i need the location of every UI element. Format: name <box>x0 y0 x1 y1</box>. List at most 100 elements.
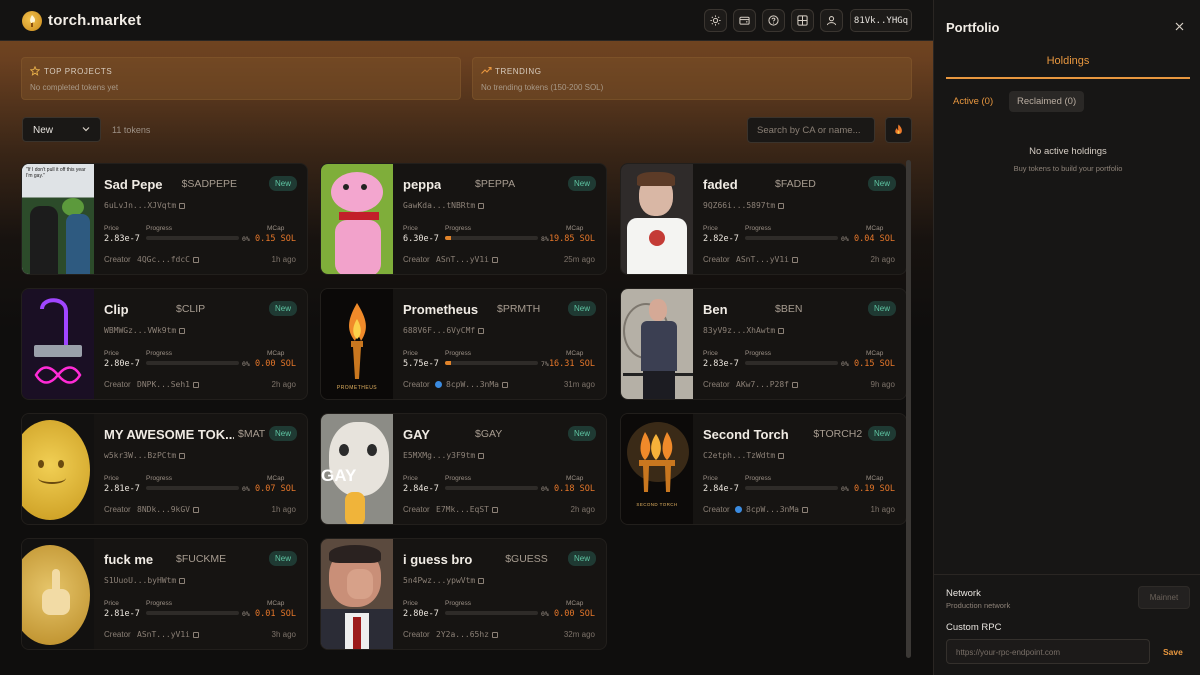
copy-icon[interactable] <box>778 202 785 209</box>
copy-icon[interactable] <box>778 452 785 459</box>
wallet-icon <box>739 16 750 25</box>
user-icon <box>826 16 837 26</box>
creator-address[interactable]: E7Mk...EqST <box>436 505 498 514</box>
new-badge: New <box>268 426 297 441</box>
token-card[interactable]: peppa $PEPPA New GawKda...tNBRtm Price P… <box>320 163 607 275</box>
token-address[interactable]: E5MXMg...y3F9tm <box>403 451 485 460</box>
token-address[interactable]: 9QZ66i...5897tm <box>703 201 785 210</box>
hot-filter-button[interactable] <box>885 117 912 143</box>
token-card[interactable]: Ben $BEN New 83yV9z...XhAwtm Price Progr… <box>620 288 907 400</box>
profile-button[interactable] <box>820 9 843 32</box>
token-card[interactable]: Clip $CLIP New WBMWGz...VWk9tm Price Pro… <box>21 288 308 400</box>
creator-address[interactable]: 4QGc...fdcC <box>137 255 199 264</box>
creator-address[interactable]: ASnT...yV1i <box>736 255 798 264</box>
copy-icon[interactable] <box>192 506 199 513</box>
price-label: Price <box>403 225 418 232</box>
token-address[interactable]: 5n4Pwz...ypwVtm <box>403 576 485 585</box>
filter-active[interactable]: Active (0) <box>946 91 1000 112</box>
search-input[interactable]: Search by CA or name... <box>747 117 875 143</box>
token-card[interactable]: fuck me $FUCKME New S1UuoU...byHWtm Pric… <box>21 538 308 650</box>
tab-holdings[interactable]: Holdings <box>946 55 1190 67</box>
apps-button[interactable] <box>791 9 814 32</box>
creator-text: E7Mk...EqST <box>436 505 489 514</box>
progress-percent: 0% <box>242 360 250 368</box>
token-address[interactable]: w5kr3W...BzPCtm <box>104 451 186 460</box>
copy-icon[interactable] <box>192 631 199 638</box>
copy-icon[interactable] <box>478 202 485 209</box>
creator-address[interactable]: ASnT...yV1i <box>137 630 199 639</box>
token-image: "If I don't pull it off this year I'm ga… <box>22 164 94 274</box>
token-age: 2h ago <box>570 505 595 514</box>
token-card[interactable]: SECOND TORCH Second Torch $TORCH2 New C2… <box>620 413 907 525</box>
token-card[interactable]: i guess bro $GUESS New 5n4Pwz...ypwVtm P… <box>320 538 607 650</box>
portfolio-sidebar: Portfolio Holdings Active (0) Reclaimed … <box>933 0 1200 675</box>
creator-address[interactable]: ASnT...yV1i <box>436 255 498 264</box>
token-price: 2.81e-7 <box>104 484 140 494</box>
copy-icon[interactable] <box>478 577 485 584</box>
top-bar: torch.market 81Vk..YHGq <box>0 0 933 41</box>
copy-icon[interactable] <box>192 256 199 263</box>
token-image <box>621 289 693 399</box>
scrollbar[interactable] <box>906 160 911 658</box>
thumb-caption: GAY <box>321 466 357 485</box>
help-button[interactable] <box>762 9 785 32</box>
torch-logo-icon[interactable] <box>22 11 42 31</box>
copy-icon[interactable] <box>179 327 186 334</box>
creator-address[interactable]: 8cpW...3nMa <box>735 505 808 514</box>
copy-icon[interactable] <box>192 381 199 388</box>
copy-icon[interactable] <box>478 452 485 459</box>
theme-toggle-button[interactable] <box>704 9 727 32</box>
sort-select[interactable]: New <box>22 117 101 142</box>
progress-bar <box>146 361 239 365</box>
creator-address[interactable]: 2Y2a...65hz <box>436 630 498 639</box>
token-address[interactable]: S1UuoU...byHWtm <box>104 576 186 585</box>
copy-icon[interactable] <box>778 327 785 334</box>
creator-address[interactable]: 8cpW...3nMa <box>435 380 508 389</box>
creator-address[interactable]: DNPK...Seh1 <box>137 380 199 389</box>
mcap-label: MCap <box>566 225 584 232</box>
token-address[interactable]: 688V6F...6VyCMf <box>403 326 485 335</box>
rpc-input[interactable]: https://your-rpc-endpoint.com <box>946 639 1150 664</box>
token-symbol: $MAT <box>238 428 266 440</box>
mcap-label: MCap <box>866 475 884 482</box>
token-address[interactable]: GawKda...tNBRtm <box>403 201 485 210</box>
copy-icon[interactable] <box>179 577 186 584</box>
copy-icon[interactable] <box>801 506 808 513</box>
token-card[interactable]: PROMETHEUS Prometheus $PRMTH New 688V6F.… <box>320 288 607 400</box>
token-address[interactable]: C2etph...TzWdtm <box>703 451 785 460</box>
token-card[interactable]: GAY GAY $GAY New E5MXMg...y3F9tm Price P… <box>320 413 607 525</box>
token-address[interactable]: 83yV9z...XhAwtm <box>703 326 785 335</box>
creator-text: ASnT...yV1i <box>736 255 789 264</box>
token-image: GAY <box>321 414 393 524</box>
address-text: 9QZ66i...5897tm <box>703 201 776 210</box>
creator-address[interactable]: AKw7...P28f <box>736 380 798 389</box>
wallet-button[interactable] <box>733 9 756 32</box>
address-text: E5MXMg...y3F9tm <box>403 451 476 460</box>
brand-name[interactable]: torch.market <box>48 12 141 29</box>
new-badge: New <box>867 301 896 316</box>
token-card[interactable]: faded $FADED New 9QZ66i...5897tm Price P… <box>620 163 907 275</box>
address-text: w5kr3W...BzPCtm <box>104 451 177 460</box>
rpc-save-button[interactable]: Save <box>1163 647 1183 657</box>
copy-icon[interactable] <box>179 202 186 209</box>
copy-icon[interactable] <box>501 381 508 388</box>
close-icon[interactable] <box>1175 22 1184 31</box>
creator-address[interactable]: 8NDk...9kGV <box>137 505 199 514</box>
progress-label: Progress <box>146 350 173 357</box>
copy-icon[interactable] <box>491 256 498 263</box>
progress-bar <box>445 611 538 615</box>
filter-reclaimed[interactable]: Reclaimed (0) <box>1009 91 1085 112</box>
mainnet-button[interactable]: Mainnet <box>1138 586 1190 609</box>
token-address[interactable]: 6uLvJn...XJVqtm <box>104 201 186 210</box>
token-card[interactable]: MY AWESOME TOK... $MAT New w5kr3W...BzPC… <box>21 413 308 525</box>
copy-icon[interactable] <box>491 631 498 638</box>
token-card[interactable]: "If I don't pull it off this year I'm ga… <box>21 163 308 275</box>
copy-icon[interactable] <box>791 256 798 263</box>
copy-icon[interactable] <box>478 327 485 334</box>
copy-icon[interactable] <box>791 381 798 388</box>
creator-label: Creator <box>403 505 430 514</box>
copy-icon[interactable] <box>179 452 186 459</box>
copy-icon[interactable] <box>491 506 498 513</box>
wallet-address-button[interactable]: 81Vk..YHGq <box>850 9 912 32</box>
token-address[interactable]: WBMWGz...VWk9tm <box>104 326 186 335</box>
